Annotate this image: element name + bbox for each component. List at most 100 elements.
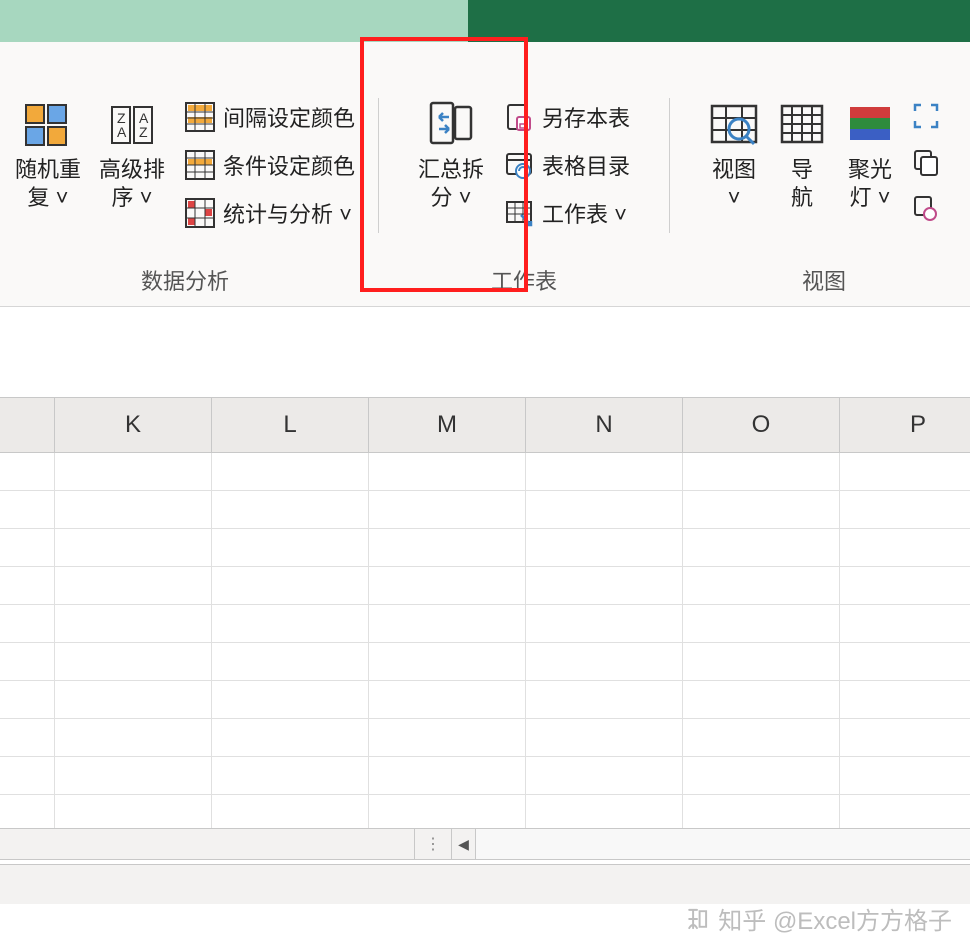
cell[interactable]: [212, 529, 369, 567]
cell[interactable]: [212, 643, 369, 681]
cell[interactable]: [369, 681, 526, 719]
zhihu-logo-icon: [684, 906, 710, 932]
cell[interactable]: [369, 643, 526, 681]
cell[interactable]: [840, 643, 970, 681]
worksheet-btn-label: 工作表 ˅: [542, 197, 627, 229]
cell[interactable]: [840, 567, 970, 605]
grid-row: [0, 757, 970, 795]
cell[interactable]: [369, 491, 526, 529]
cell[interactable]: [212, 757, 369, 795]
cell[interactable]: [369, 529, 526, 567]
cell[interactable]: [212, 719, 369, 757]
worksheet-button[interactable]: 工作表 ˅: [498, 190, 634, 236]
sheet-settings-icon: [912, 194, 940, 222]
cell[interactable]: [526, 453, 683, 491]
cell[interactable]: [840, 491, 970, 529]
cell[interactable]: [526, 719, 683, 757]
spreadsheet-grid[interactable]: [0, 453, 970, 833]
column-header[interactable]: P: [840, 398, 970, 452]
spotlight-button[interactable]: 聚光 灯 ˅: [841, 92, 899, 215]
cell[interactable]: [369, 757, 526, 795]
cell[interactable]: [840, 757, 970, 795]
row-gutter: [0, 453, 55, 491]
cell[interactable]: [369, 453, 526, 491]
save-as-button[interactable]: 另存本表: [498, 94, 634, 140]
cell[interactable]: [212, 681, 369, 719]
cell[interactable]: [683, 529, 840, 567]
cell[interactable]: [526, 491, 683, 529]
cell[interactable]: [55, 529, 212, 567]
cell[interactable]: [526, 529, 683, 567]
group-label-view: 视图: [802, 258, 846, 306]
cell[interactable]: [683, 643, 840, 681]
sheet-settings-button[interactable]: [909, 186, 943, 230]
cell[interactable]: [526, 567, 683, 605]
cell[interactable]: [212, 605, 369, 643]
fullscreen-icon: [911, 101, 941, 131]
cell[interactable]: [840, 719, 970, 757]
cell[interactable]: [683, 491, 840, 529]
cell[interactable]: [683, 681, 840, 719]
cell[interactable]: [369, 719, 526, 757]
cell[interactable]: [55, 491, 212, 529]
watermark-text: 知乎 @Excel方方格子: [718, 901, 952, 936]
advanced-sort-button[interactable]: Z A A Z 高级排 序 ˅: [95, 92, 169, 215]
interval-color-button[interactable]: 间隔设定颜色: [179, 94, 359, 140]
cell[interactable]: [526, 757, 683, 795]
cell[interactable]: [840, 681, 970, 719]
fullscreen-button[interactable]: [909, 94, 943, 138]
column-header[interactable]: O: [683, 398, 840, 452]
summary-split-button[interactable]: 汇总拆 分 ˅: [414, 92, 488, 215]
cell[interactable]: [55, 605, 212, 643]
cell[interactable]: [526, 681, 683, 719]
cell[interactable]: [55, 567, 212, 605]
tab-split-handle[interactable]: ⋮: [414, 829, 452, 859]
cell[interactable]: [840, 529, 970, 567]
row-gutter: [0, 605, 55, 643]
cell[interactable]: [683, 567, 840, 605]
cell[interactable]: [369, 605, 526, 643]
cell[interactable]: [683, 605, 840, 643]
copy-sheet-icon: [912, 148, 940, 176]
random-repeat-button[interactable]: 随机重 复 ˅: [11, 92, 85, 215]
column-header[interactable]: K: [55, 398, 212, 452]
cell[interactable]: [369, 567, 526, 605]
save-as-icon: [502, 100, 536, 134]
cell[interactable]: [683, 453, 840, 491]
cell[interactable]: [212, 453, 369, 491]
cell[interactable]: [526, 643, 683, 681]
stats-analysis-button[interactable]: 统计与分析 ˅: [179, 190, 359, 236]
column-header[interactable]: L: [212, 398, 369, 452]
nav-button[interactable]: 导 航: [773, 92, 831, 215]
cell[interactable]: [212, 491, 369, 529]
summary-split-icon: [425, 96, 477, 154]
column-header[interactable]: N: [526, 398, 683, 452]
table-toc-icon: [502, 148, 536, 182]
nav-icon: [777, 96, 827, 154]
cell[interactable]: [55, 681, 212, 719]
cell[interactable]: [55, 453, 212, 491]
table-toc-label: 表格目录: [542, 149, 630, 181]
cell[interactable]: [683, 757, 840, 795]
sort-icon: Z A A Z: [108, 96, 156, 154]
cell[interactable]: [55, 757, 212, 795]
column-header[interactable]: M: [369, 398, 526, 452]
condition-color-button[interactable]: 条件设定颜色: [179, 142, 359, 188]
cell[interactable]: [840, 453, 970, 491]
cell[interactable]: [840, 605, 970, 643]
column-header[interactable]: [0, 398, 55, 452]
svg-text:A: A: [117, 124, 127, 140]
cell[interactable]: [212, 567, 369, 605]
copy-sheet-button[interactable]: [909, 140, 943, 184]
horizontal-scrollbar[interactable]: [476, 829, 970, 859]
cell[interactable]: [55, 719, 212, 757]
cell[interactable]: [683, 719, 840, 757]
table-toc-button[interactable]: 表格目录: [498, 142, 634, 188]
watermark: 知乎 @Excel方方格子: [684, 901, 952, 936]
cell[interactable]: [55, 643, 212, 681]
view-button[interactable]: 视图 ˅: [705, 92, 763, 215]
grid-row: [0, 529, 970, 567]
scroll-left-button[interactable]: ◀: [452, 829, 476, 859]
cell[interactable]: [526, 605, 683, 643]
bottom-bar: ⋮ ◀: [0, 828, 970, 860]
